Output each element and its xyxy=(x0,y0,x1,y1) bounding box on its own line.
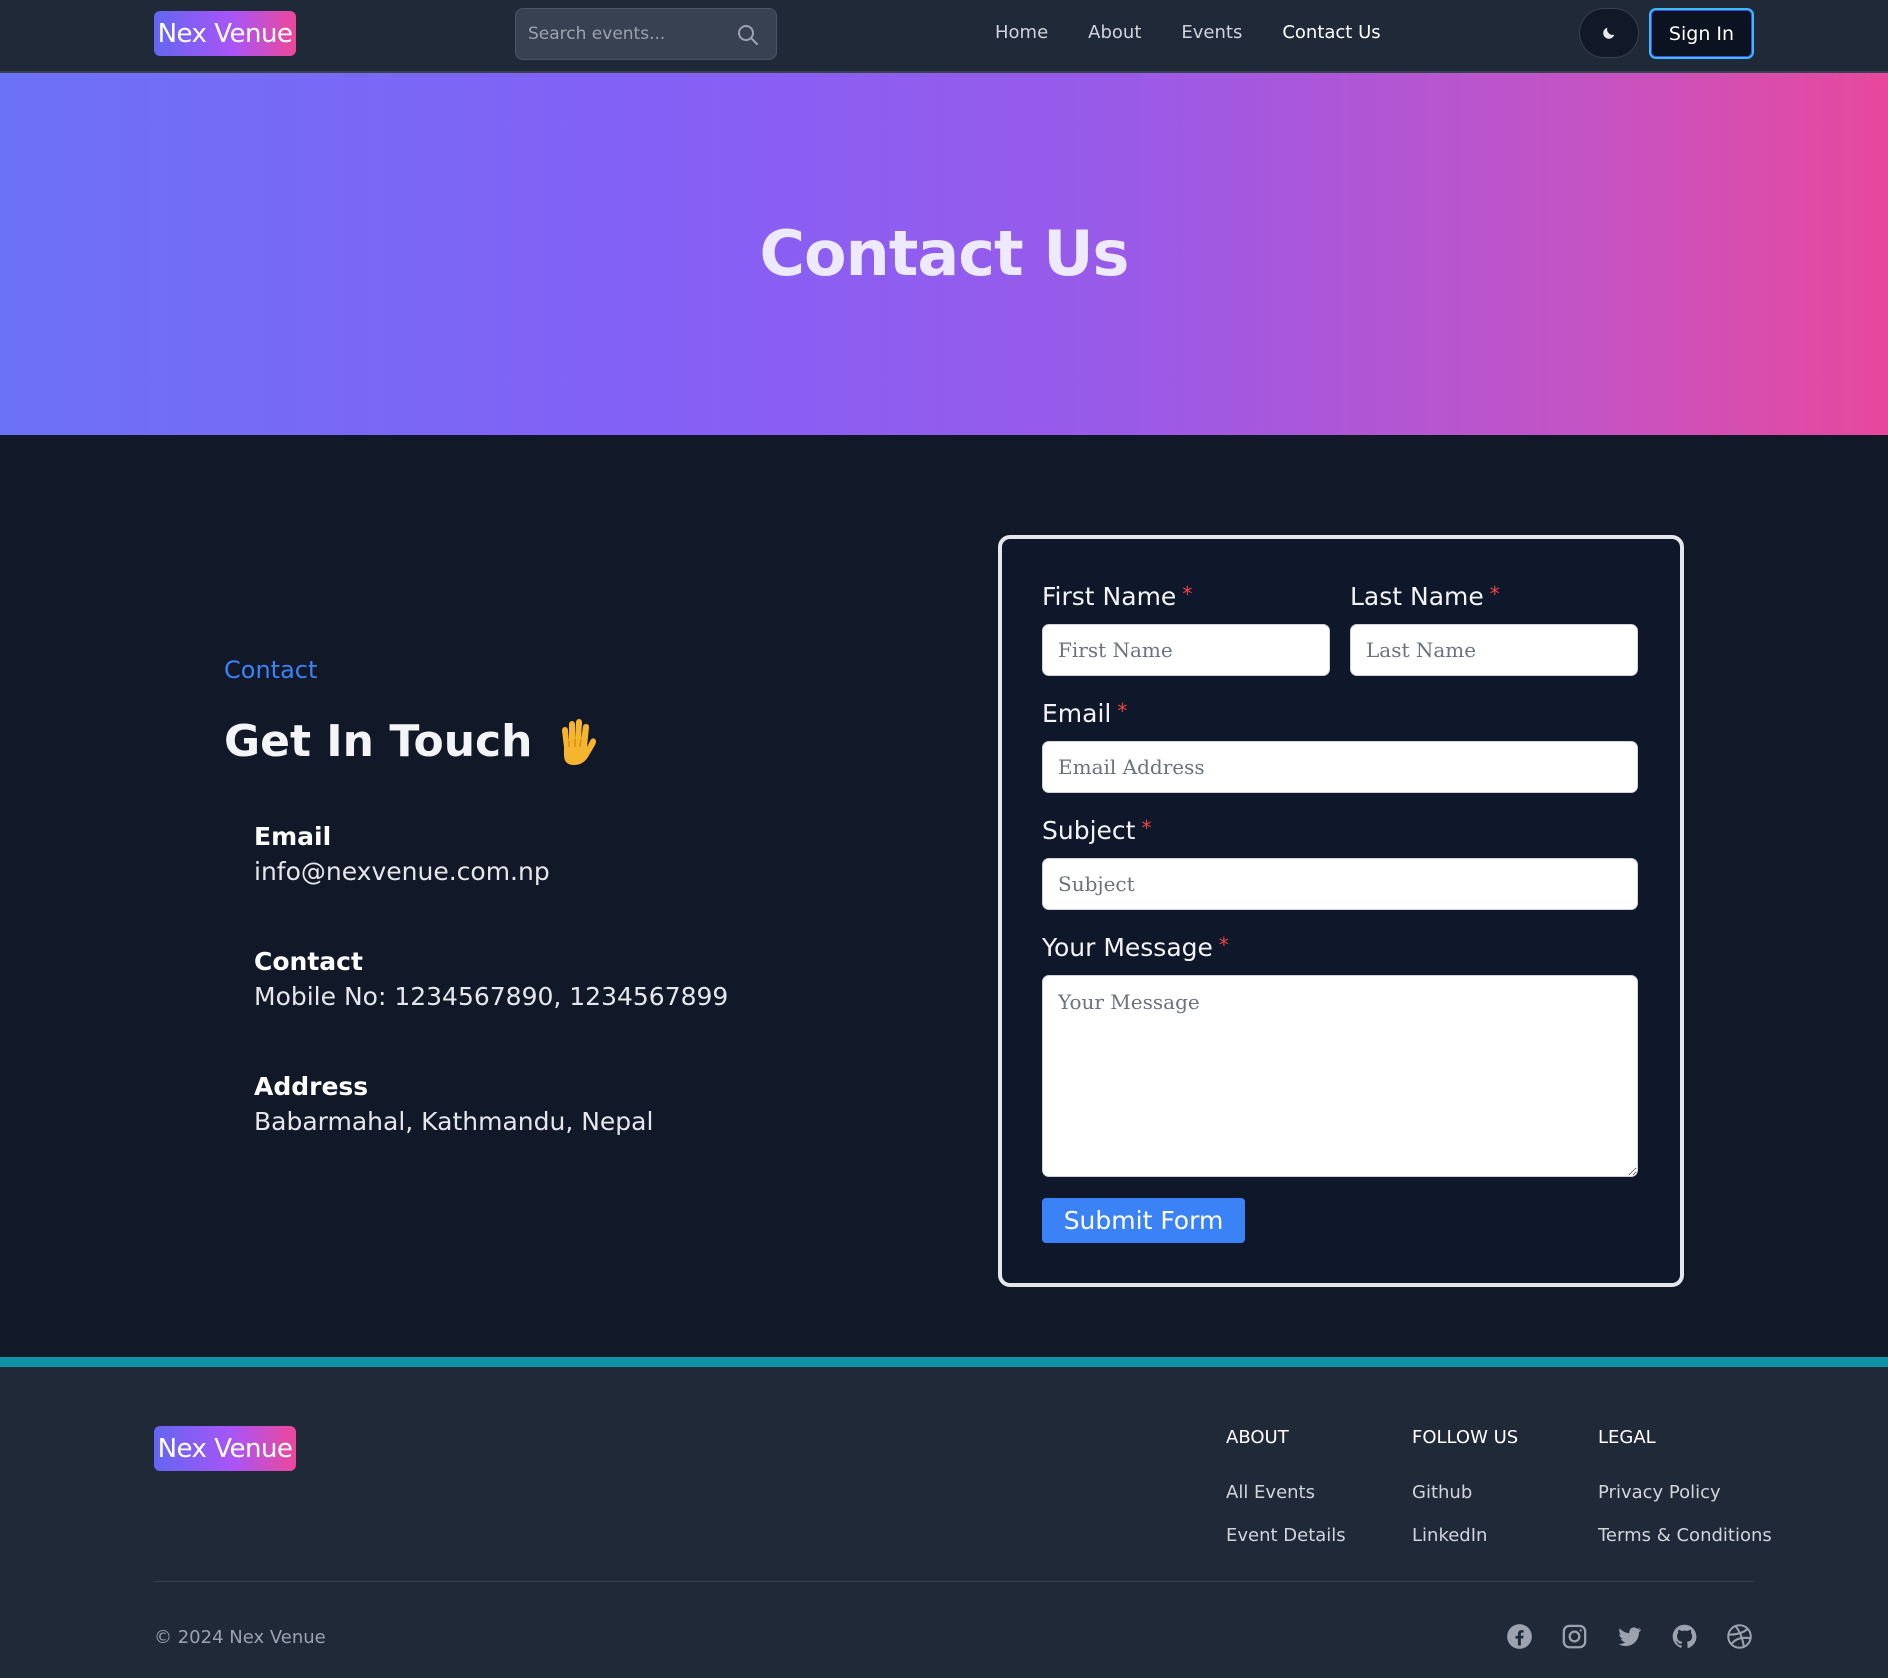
nav-link-home[interactable]: Home xyxy=(995,22,1048,43)
raised-hand-icon xyxy=(562,718,597,765)
footer-about-heading: ABOUT xyxy=(1226,1427,1289,1448)
search-input[interactable] xyxy=(528,19,728,49)
nav-link-contact-us[interactable]: Contact Us xyxy=(1282,22,1380,43)
email-info-value: info@nexvenue.com.np xyxy=(254,857,550,886)
first-name-label: First Name * xyxy=(1042,582,1193,611)
footer-link-terms[interactable]: Terms & Conditions xyxy=(1598,1525,1772,1546)
subject-input[interactable] xyxy=(1042,858,1638,910)
twitter-icon[interactable] xyxy=(1616,1623,1643,1650)
search-box xyxy=(515,8,777,60)
page-title: Contact Us xyxy=(759,216,1130,290)
footer-follow-column: FOLLOW US Github LinkedIn xyxy=(1412,1427,1518,1568)
facebook-icon[interactable] xyxy=(1506,1623,1533,1650)
instagram-icon[interactable] xyxy=(1561,1623,1588,1650)
footer-link-github[interactable]: Github xyxy=(1412,1482,1518,1503)
footer-legal-heading: LEGAL xyxy=(1598,1427,1656,1448)
phone-info-value: Mobile No: 1234567890, 1234567899 xyxy=(254,982,729,1011)
nav-links: Home About Events Contact Us xyxy=(995,22,1381,43)
footer-link-linkedin[interactable]: LinkedIn xyxy=(1412,1525,1518,1546)
message-textarea[interactable] xyxy=(1042,975,1638,1177)
footer-logo[interactable]: Nex Venue xyxy=(154,1426,296,1471)
subject-label: Subject * xyxy=(1042,816,1152,845)
footer-about-column: ABOUT All Events Event Details xyxy=(1226,1427,1346,1568)
email-input[interactable] xyxy=(1042,741,1638,793)
brand-logo[interactable]: Nex Venue xyxy=(154,11,296,56)
footer-link-all-events[interactable]: All Events xyxy=(1226,1482,1346,1503)
footer: Nex Venue ABOUT All Events Event Details… xyxy=(0,1357,1888,1678)
first-name-input[interactable] xyxy=(1042,624,1330,676)
contact-address-block: Address Babarmahal, Kathmandu, Nepal xyxy=(254,1072,653,1136)
get-in-touch-heading: Get In Touch xyxy=(224,716,598,767)
last-name-input[interactable] xyxy=(1350,624,1638,676)
footer-link-privacy-policy[interactable]: Privacy Policy xyxy=(1598,1482,1772,1503)
search-icon[interactable] xyxy=(736,23,760,47)
theme-toggle-button[interactable] xyxy=(1579,8,1639,58)
message-label: Your Message * xyxy=(1042,933,1229,962)
submit-form-button[interactable]: Submit Form xyxy=(1042,1198,1245,1243)
navbar: Nex Venue Home About Events Contact Us S… xyxy=(0,0,1888,73)
moon-icon xyxy=(1603,27,1615,39)
nav-link-about[interactable]: About xyxy=(1088,22,1141,43)
contact-email-block: Email info@nexvenue.com.np xyxy=(254,822,550,886)
copyright-text: © 2024 Nex Venue xyxy=(154,1627,326,1648)
email-info-label: Email xyxy=(254,822,332,851)
dribbble-icon[interactable] xyxy=(1726,1623,1753,1650)
address-info-label: Address xyxy=(254,1072,369,1101)
contact-eyebrow: Contact xyxy=(224,656,318,684)
hero-banner: Contact Us xyxy=(0,73,1888,435)
email-label: Email * xyxy=(1042,699,1128,728)
get-in-touch-text: Get In Touch xyxy=(224,716,533,767)
nav-link-events[interactable]: Events xyxy=(1181,22,1242,43)
contact-phone-block: Contact Mobile No: 1234567890, 123456789… xyxy=(254,947,728,1011)
social-links xyxy=(1506,1623,1753,1650)
last-name-label: Last Name * xyxy=(1350,582,1500,611)
footer-legal-column: LEGAL Privacy Policy Terms & Conditions xyxy=(1598,1427,1772,1568)
phone-info-label: Contact xyxy=(254,947,363,976)
sign-in-button[interactable]: Sign In xyxy=(1649,8,1754,59)
footer-divider xyxy=(154,1581,1754,1582)
github-icon[interactable] xyxy=(1671,1623,1698,1650)
footer-link-event-details[interactable]: Event Details xyxy=(1226,1525,1346,1546)
address-info-value: Babarmahal, Kathmandu, Nepal xyxy=(254,1107,654,1136)
footer-follow-heading: FOLLOW US xyxy=(1412,1427,1519,1448)
